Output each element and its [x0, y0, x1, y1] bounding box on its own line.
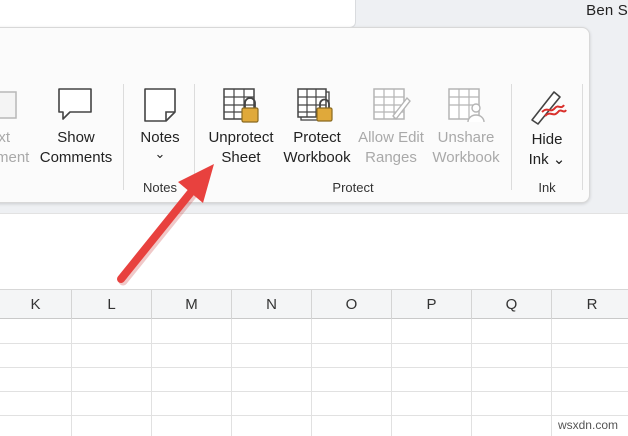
notes-button[interactable]: Notes ⌄	[134, 86, 186, 176]
grid-line	[231, 319, 232, 436]
allow-edit-ranges-icon	[371, 86, 415, 132]
comment-icon	[0, 90, 20, 128]
allow-edit-ranges-button[interactable]: Allow Edit Ranges	[353, 86, 429, 176]
separator	[123, 84, 124, 190]
unprotect-sheet-label-1: Unprotect	[208, 129, 274, 146]
show-comments-label-2: Comments	[39, 149, 113, 166]
column-headers: K L M N O P Q R	[0, 289, 628, 319]
partial-label-2: ment	[0, 149, 30, 166]
separator	[194, 84, 195, 190]
user-name[interactable]: Ben S	[586, 2, 628, 19]
grid-line	[0, 343, 628, 344]
column-header-q[interactable]: Q	[472, 290, 552, 319]
grid-line	[551, 319, 552, 436]
protect-workbook-icon	[295, 86, 339, 132]
unshare-workbook-label-2: Workbook	[432, 149, 500, 166]
separator	[582, 84, 583, 190]
allow-edit-ranges-label-2: Ranges	[365, 149, 417, 166]
grid-line	[0, 367, 628, 368]
ink-pen-icon	[528, 86, 568, 132]
unshare-workbook-icon	[446, 86, 490, 132]
group-label-protect: Protect	[332, 180, 374, 195]
column-header-l[interactable]: L	[72, 290, 152, 319]
search-box[interactable]	[0, 0, 356, 28]
grid-line	[391, 319, 392, 436]
partial-label-1: ext	[0, 129, 11, 146]
watermark: wsxdn.com	[557, 418, 618, 432]
cell-grid[interactable]	[0, 319, 628, 436]
workspace-blank-area	[0, 213, 628, 289]
unprotect-sheet-button[interactable]: Unprotect Sheet	[203, 86, 279, 176]
protect-workbook-label-2: Workbook	[283, 149, 351, 166]
hide-ink-button[interactable]: Hide Ink ⌄	[518, 86, 576, 176]
group-label-notes: Notes	[143, 180, 177, 195]
column-header-m[interactable]: M	[152, 290, 232, 319]
protect-workbook-button[interactable]: Protect Workbook	[279, 86, 355, 176]
separator	[511, 84, 512, 190]
show-comments-label-1: Show	[57, 129, 95, 146]
note-icon	[142, 86, 178, 130]
chevron-down-icon: ⌄	[154, 146, 166, 161]
unprotect-sheet-label-2: Sheet	[221, 149, 261, 166]
allow-edit-ranges-label-1: Allow Edit	[358, 129, 424, 146]
grid-line	[311, 319, 312, 436]
column-header-k[interactable]: K	[0, 290, 72, 319]
column-header-r[interactable]: R	[552, 290, 628, 319]
partial-comment-button[interactable]: ext ment	[0, 88, 40, 178]
unshare-workbook-label-1: Unshare	[437, 129, 495, 146]
grid-line	[471, 319, 472, 436]
hide-ink-label-1: Hide	[531, 131, 563, 148]
grid-line	[0, 391, 628, 392]
grid-line	[71, 319, 72, 436]
grid-line	[0, 415, 628, 416]
column-header-o[interactable]: O	[312, 290, 392, 319]
hide-ink-label-2: Ink ⌄	[528, 151, 566, 168]
unshare-workbook-button[interactable]: Unshare Workbook	[428, 86, 504, 176]
protect-workbook-label-1: Protect	[293, 129, 341, 146]
column-header-p[interactable]: P	[392, 290, 472, 319]
group-label-ink: Ink	[538, 180, 556, 195]
show-comments-button[interactable]: Show Comments	[38, 86, 114, 176]
column-header-n[interactable]: N	[232, 290, 312, 319]
unprotect-sheet-icon	[221, 86, 265, 132]
comments-icon	[56, 86, 96, 128]
grid-line	[151, 319, 152, 436]
